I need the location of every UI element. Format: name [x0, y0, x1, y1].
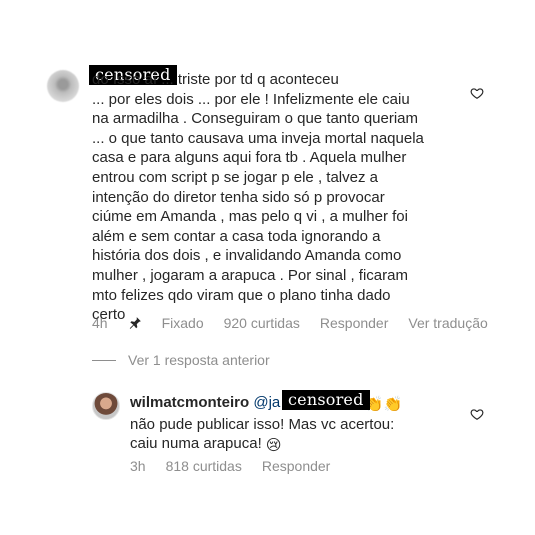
like-comment-button[interactable] — [470, 86, 486, 102]
reply-mention[interactable]: @ja — [253, 394, 280, 411]
reply-likes[interactable]: 818 curtidas — [166, 458, 242, 474]
translate-button[interactable]: Ver tradução — [408, 315, 487, 331]
crying-face-emoji: 😢 — [265, 437, 282, 455]
heart-outline-icon — [470, 409, 484, 420]
reply-time: 3h — [130, 458, 146, 474]
commenter-avatar[interactable] — [47, 70, 79, 102]
reply-line-2: caiu numa arapuca! — [130, 435, 262, 453]
view-replies-button[interactable]: Ver 1 resposta anterior — [92, 352, 270, 368]
view-replies-label: Ver 1 resposta anterior — [128, 352, 270, 368]
reply-button[interactable]: Responder — [320, 315, 389, 331]
reply-line-1: não pude publicar isso! Mas vc acertou: — [130, 415, 395, 433]
reply-username[interactable]: wilmatcmonteiro — [130, 394, 249, 411]
comment-likes[interactable]: 920 curtidas — [224, 315, 300, 331]
pin-icon — [128, 316, 142, 330]
reply-reply-button[interactable]: Responder — [262, 458, 331, 474]
reply-meta: 3h 818 curtidas Responder — [130, 458, 350, 474]
comment-time: 4h — [92, 315, 108, 331]
replies-divider — [92, 359, 116, 361]
clapping-hands-emoji: 👏👏 — [364, 396, 403, 413]
pinned-indicator: Fixado — [128, 315, 204, 331]
censored-mention: censored — [282, 390, 370, 410]
heart-outline-icon — [470, 88, 484, 99]
pinned-label: Fixado — [161, 315, 204, 331]
comment-text: do Isso aí ... triste por td q aconteceu… — [92, 71, 424, 324]
like-reply-button[interactable] — [470, 407, 486, 423]
reply-avatar[interactable] — [92, 392, 120, 420]
comment-meta: 4h Fixado 920 curtidas Responder Ver tra… — [92, 315, 508, 331]
